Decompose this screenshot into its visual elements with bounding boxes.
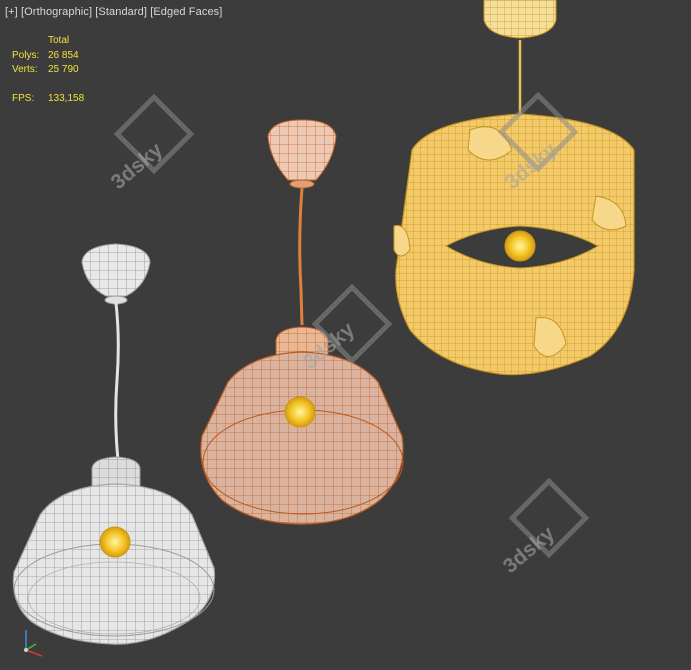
viewport-shading-menu[interactable]: [Standard] <box>95 6 147 18</box>
viewport-mode-menu[interactable]: [Edged Faces] <box>150 6 222 18</box>
polys-value: 26 854 <box>48 49 79 61</box>
statistics-overlay: Total Polys: 26 854 Verts: 25 790 FPS: 1… <box>12 34 84 106</box>
orange-pendant-lamp[interactable] <box>200 119 404 525</box>
viewport-view-menu[interactable]: [Orthographic] <box>21 6 92 18</box>
axis-gizmo-icon <box>24 630 43 657</box>
orange-cord <box>298 187 304 326</box>
fps-value: 133,158 <box>48 92 85 104</box>
scene[interactable]: 3dsky 3dsky 3dsky 3dsky <box>0 0 691 670</box>
stats-header: Total <box>48 35 70 46</box>
verts-label: Verts: <box>12 64 38 75</box>
white-cord <box>114 302 120 461</box>
viewport-label: [+] [Orthographic] [Standard] [Edged Fac… <box>5 6 222 18</box>
polys-label: Polys: <box>12 49 40 61</box>
orange-bulb <box>284 396 316 428</box>
fps-label: FPS: <box>12 92 35 104</box>
yellow-bulb <box>504 230 536 262</box>
white-bulb <box>99 526 131 558</box>
viewport[interactable]: 3dsky 3dsky 3dsky 3dsky [+] [Orthographi… <box>0 0 691 670</box>
white-pendant-lamp[interactable] <box>12 243 216 645</box>
verts-value: 25 790 <box>48 64 79 75</box>
viewport-plus-menu[interactable]: [+] <box>5 6 18 18</box>
